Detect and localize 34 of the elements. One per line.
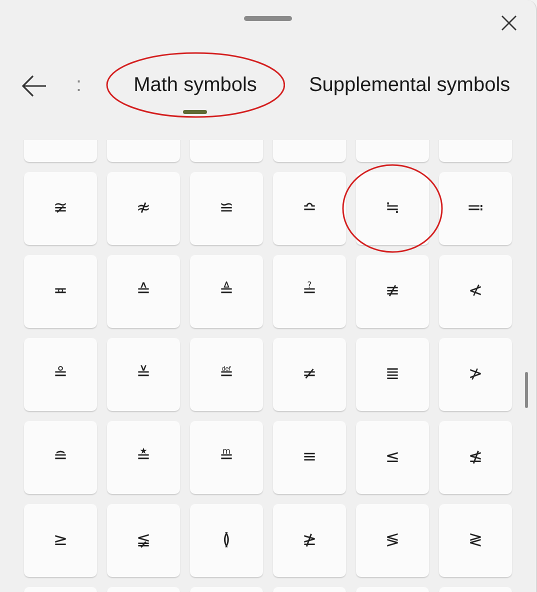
symbol-button[interactable]: ≖ <box>24 255 97 328</box>
symbol-button[interactable]: ≱ <box>273 504 346 577</box>
symbol-button[interactable]: ≥ <box>24 504 97 577</box>
symbol-button[interactable]: ≰ <box>439 421 512 494</box>
symbol-button[interactable]: ≤ <box>356 421 429 494</box>
symbol-button[interactable]: ≜ <box>190 255 263 328</box>
symbol-button[interactable]: ≕ <box>439 172 512 245</box>
symbol-button[interactable]: ≆ <box>24 172 97 245</box>
category-tab[interactable]: Supplemental symbols <box>298 54 520 116</box>
symbol-button[interactable]: ≚ <box>107 338 180 411</box>
symbol-button[interactable]: ≘ <box>24 421 97 494</box>
symbol-button[interactable]: ≷ <box>439 504 512 577</box>
symbol-button[interactable]: ≙ <box>107 255 180 328</box>
symbol-button[interactable]: ≟ <box>273 255 346 328</box>
symbol-button[interactable]: ≮ <box>439 255 512 328</box>
symbol-button[interactable]: ≯ <box>439 338 512 411</box>
symbol-button[interactable]: ≗ <box>24 338 97 411</box>
symbol-button[interactable]: ≒ <box>356 172 429 245</box>
symbol-button[interactable]: ≨ <box>107 504 180 577</box>
symbol-button[interactable]: ≌ <box>190 172 263 245</box>
symbol-button[interactable]: ≠ <box>273 338 346 411</box>
symbol-button[interactable]: ≶ <box>356 504 429 577</box>
drag-handle[interactable] <box>244 16 292 21</box>
symbol-button[interactable]: ≏ <box>273 172 346 245</box>
symbol-button[interactable]: ≝ <box>190 338 263 411</box>
symbol-button[interactable]: ≢ <box>356 255 429 328</box>
symbol-button[interactable]: ≡ <box>273 421 346 494</box>
symbol-button[interactable]: ≣ <box>356 338 429 411</box>
symbol-button[interactable]: ≬ <box>190 504 263 577</box>
symbol-button[interactable]: ≛ <box>107 421 180 494</box>
back-button[interactable] <box>20 73 48 97</box>
scrollbar-thumb[interactable] <box>525 372 528 408</box>
symbol-button[interactable]: ≉ <box>107 172 180 245</box>
symbol-button[interactable]: ≞ <box>190 421 263 494</box>
